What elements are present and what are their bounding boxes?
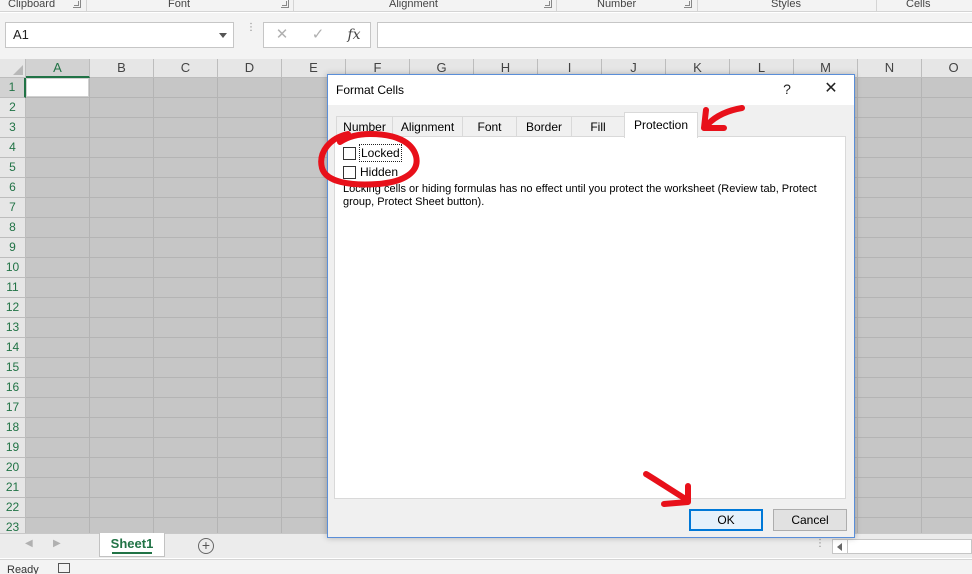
font-launcher-icon[interactable] (281, 0, 289, 8)
dialog-title: Format Cells (336, 83, 405, 97)
ribbon-separator (86, 0, 87, 11)
status-bar: Ready (0, 559, 972, 574)
hidden-label[interactable]: Hidden (360, 164, 398, 180)
row-header-8[interactable]: 8 (0, 218, 26, 238)
horizontal-scrollbar[interactable] (832, 539, 972, 554)
row-header-10[interactable]: 10 (0, 258, 26, 278)
column-header-d[interactable]: D (218, 59, 282, 78)
status-text: Ready (7, 564, 39, 574)
column-header-a[interactable]: A (26, 59, 90, 78)
row-header-7[interactable]: 7 (0, 198, 26, 218)
protection-panel: Locked Hidden Locking cells or hiding fo… (334, 136, 846, 499)
row-header-12[interactable]: 12 (0, 298, 26, 318)
format-cells-dialog: Format Cells ? ✕ Number Alignment Font B… (327, 74, 855, 538)
protection-note: Locking cells or hiding formulas has no … (343, 183, 817, 208)
excel-window: Clipboard Font Alignment Number Styles C… (0, 0, 972, 574)
hidden-checkbox[interactable] (343, 166, 356, 179)
ribbon-group-alignment: Alignment (389, 0, 438, 10)
ribbon-separator (293, 0, 294, 11)
row-header-9[interactable]: 9 (0, 238, 26, 258)
scroll-tabs-left-icon[interactable]: ◀ (25, 538, 33, 549)
row-header-5[interactable]: 5 (0, 158, 26, 178)
tab-font[interactable]: Font (462, 116, 517, 137)
tab-protection[interactable]: Protection (624, 112, 698, 138)
column-header-c[interactable]: C (154, 59, 218, 78)
formula-bar-buttons: ✕ ✓ fx (263, 22, 371, 48)
close-icon[interactable]: ✕ (821, 79, 841, 99)
row-header-19[interactable]: 19 (0, 438, 26, 458)
scroll-left-icon[interactable] (833, 540, 848, 553)
ribbon-separator (556, 0, 557, 11)
enter-icon[interactable]: ✓ (306, 25, 330, 45)
tab-alignment[interactable]: Alignment (392, 116, 463, 137)
tab-number[interactable]: Number (336, 116, 393, 137)
macro-record-icon[interactable] (58, 563, 70, 573)
ribbon-group-styles: Styles (771, 0, 801, 10)
sheet-tab[interactable]: Sheet1 (99, 533, 165, 557)
ribbon-group-labels: Clipboard Font Alignment Number Styles C… (0, 0, 972, 12)
grid-column-line (89, 78, 90, 533)
row-header-4[interactable]: 4 (0, 138, 26, 158)
fx-icon[interactable]: fx (342, 25, 366, 45)
row-header-2[interactable]: 2 (0, 98, 26, 118)
select-all-corner[interactable] (0, 59, 26, 78)
locked-label[interactable]: Locked (359, 144, 402, 162)
row-header-23[interactable]: 23 (0, 518, 26, 533)
row-header-17[interactable]: 17 (0, 398, 26, 418)
column-header-n[interactable]: N (858, 59, 922, 78)
row-header-15[interactable]: 15 (0, 358, 26, 378)
grid-column-line (153, 78, 154, 533)
row-header-20[interactable]: 20 (0, 458, 26, 478)
column-header-b[interactable]: B (90, 59, 154, 78)
grid-column-line (857, 78, 858, 533)
active-cell[interactable] (26, 78, 89, 97)
grid-column-line (921, 78, 922, 533)
row-header-11[interactable]: 11 (0, 278, 26, 298)
help-icon[interactable]: ? (778, 81, 796, 97)
row-header-21[interactable]: 21 (0, 478, 26, 498)
scroll-tabs-right-icon[interactable]: ▶ (53, 538, 61, 549)
ok-button[interactable]: OK (689, 509, 763, 531)
add-sheet-icon[interactable]: + (198, 538, 214, 554)
alignment-launcher-icon[interactable] (544, 0, 552, 8)
formula-input[interactable] (377, 22, 972, 48)
row-header-1[interactable]: 1 (0, 78, 26, 98)
tab-fill[interactable]: Fill (571, 116, 625, 137)
cancel-icon[interactable]: ✕ (270, 25, 294, 45)
row-header-16[interactable]: 16 (0, 378, 26, 398)
name-box-value: A1 (13, 27, 29, 42)
locked-checkbox[interactable] (343, 147, 356, 160)
tab-border[interactable]: Border (516, 116, 572, 137)
row-header-18[interactable]: 18 (0, 418, 26, 438)
dialog-title-bar[interactable]: Format Cells ? ✕ (328, 75, 854, 105)
ribbon-separator (876, 0, 877, 11)
formula-bar-resize-handle[interactable]: ⋮ (246, 23, 256, 43)
ribbon-group-clipboard: Clipboard (8, 0, 56, 10)
name-box[interactable]: A1 (5, 22, 234, 48)
ribbon-separator (697, 0, 698, 11)
clipboard-launcher-icon[interactable] (73, 0, 81, 8)
row-header-3[interactable]: 3 (0, 118, 26, 138)
row-header-14[interactable]: 14 (0, 338, 26, 358)
chevron-down-icon[interactable] (219, 33, 227, 38)
number-launcher-icon[interactable] (684, 0, 692, 8)
grid-column-line (281, 78, 282, 533)
column-header-o[interactable]: O (922, 59, 972, 78)
row-header-6[interactable]: 6 (0, 178, 26, 198)
row-header-13[interactable]: 13 (0, 318, 26, 338)
grid-column-line (217, 78, 218, 533)
formula-bar: A1 ⋮ ✕ ✓ fx (0, 13, 972, 59)
ribbon-group-font: Font (168, 0, 191, 10)
row-header-22[interactable]: 22 (0, 498, 26, 518)
tab-split-handle[interactable]: ⋮ (815, 538, 825, 549)
ribbon-group-cells: Cells (906, 0, 931, 10)
ribbon-group-number: Number (597, 0, 637, 10)
cancel-button[interactable]: Cancel (773, 509, 847, 531)
